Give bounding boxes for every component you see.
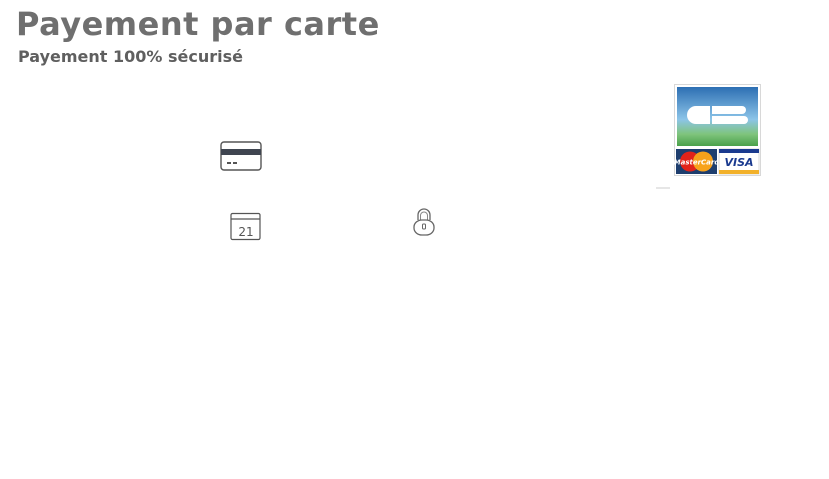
visa-text: VISA <box>724 156 753 169</box>
mastercard-text: MasterCard <box>674 159 720 167</box>
lock-icon <box>413 208 435 236</box>
payment-page: Payement par carte Payement 100% sécuris… <box>0 0 829 479</box>
cb-logo: CB <box>677 87 758 146</box>
mastercard-logo: MasterCard <box>674 149 720 174</box>
separator-mark <box>656 187 670 189</box>
visa-logo: VISA <box>718 148 760 175</box>
payment-logos: CB MasterCard VISA <box>674 84 761 176</box>
credit-card-icon <box>220 141 262 171</box>
calendar-icon: 21 <box>230 212 261 241</box>
calendar-day-text: 21 <box>238 225 253 239</box>
page-subtitle: Payement 100% sécurisé <box>18 47 244 66</box>
page-title: Payement par carte <box>16 5 380 43</box>
